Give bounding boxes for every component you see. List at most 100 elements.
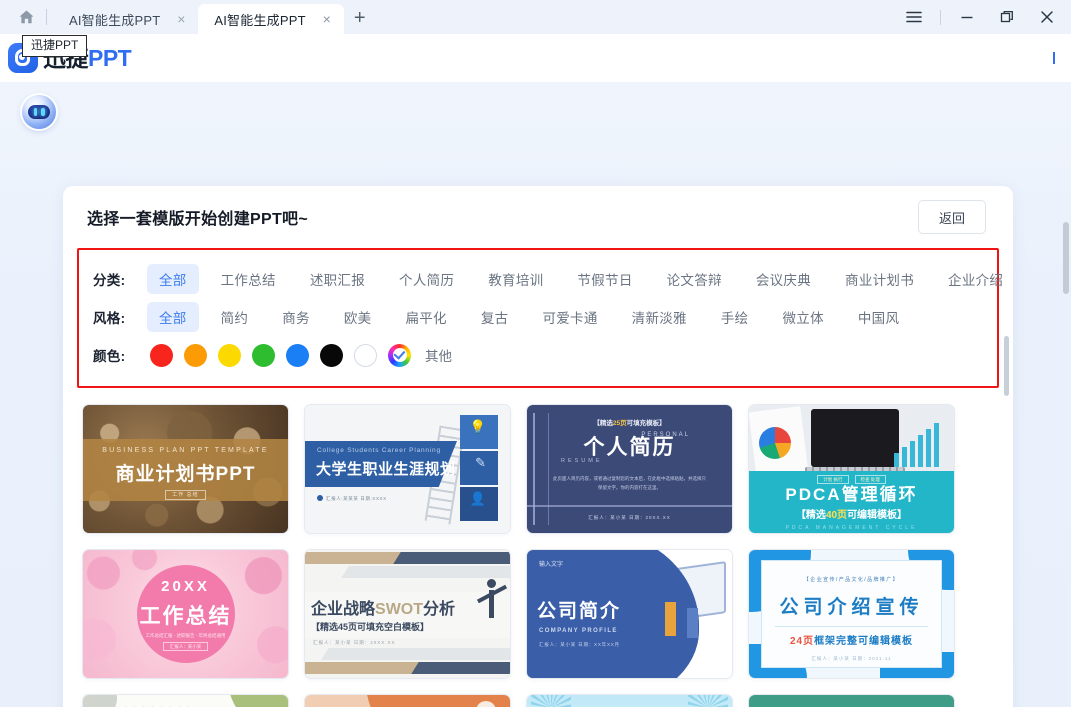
new-tab-icon[interactable]: + bbox=[344, 3, 376, 33]
check-icon bbox=[393, 348, 407, 362]
tab-close-icon[interactable]: × bbox=[174, 12, 188, 26]
template-card-row3-3[interactable]: — 小清新工作汇报 — bbox=[526, 694, 733, 707]
decorative-rule bbox=[527, 505, 732, 507]
home-icon[interactable] bbox=[8, 2, 44, 32]
template-subtitle-en2: RESUME bbox=[561, 458, 603, 464]
filter-label-style: 风格: bbox=[93, 307, 147, 327]
template-title: 公司介绍宣传 bbox=[749, 592, 954, 619]
style-chip-cute-cartoon[interactable]: 可爱卡通 bbox=[530, 302, 609, 332]
bar-chart-illustration bbox=[894, 423, 946, 467]
template-title: 公司简介 bbox=[537, 596, 621, 623]
pie-chart-illustration bbox=[759, 427, 791, 459]
color-swatch-blue[interactable] bbox=[286, 344, 309, 367]
filter-label-color: 颜色: bbox=[93, 345, 147, 365]
template-grid: BUSINESS PLAN PPT TEMPLATE 商业计划书PPT 工作 总… bbox=[63, 388, 1013, 707]
style-chip-flat[interactable]: 扁平化 bbox=[393, 302, 458, 332]
robot-eye-right bbox=[41, 108, 45, 116]
person-icon: 👤 bbox=[470, 491, 486, 507]
template-year: 20XX bbox=[83, 578, 288, 595]
decorative-lines bbox=[533, 413, 549, 525]
template-meta: 汇报人：某小某 日期：XX年XX月 bbox=[539, 642, 620, 648]
template-subtitle: 24页框架完整可编辑模板 bbox=[749, 632, 954, 647]
category-chip-list: 全部 工作总结 述职汇报 个人简历 教育培训 节假节日 论文答辩 会议庆典 商业… bbox=[147, 264, 1013, 294]
category-chip-thesis-defense[interactable]: 论文答辩 bbox=[655, 264, 734, 294]
template-thumbnail: 简约 扁平 商务 通用模板 bbox=[305, 695, 510, 707]
category-chip-work-summary[interactable]: 工作总结 bbox=[209, 264, 288, 294]
category-chip-education[interactable]: 教育培训 bbox=[476, 264, 555, 294]
template-card-swot[interactable]: 企业战略SWOT分析 【精选45页可填充空白模板】 汇报人：某小某 日期：20X… bbox=[304, 549, 511, 679]
person-illustration-2 bbox=[687, 608, 698, 638]
template-thumbnail: 【精选25页可填充模板】 个人简历 PERSONAL RESUME 此页面人简历… bbox=[527, 405, 732, 533]
template-thumbnail bbox=[749, 695, 954, 707]
style-chip-handdrawn[interactable]: 手绘 bbox=[709, 302, 761, 332]
tab-ai-ppt-2[interactable]: AI智能生成PPT × bbox=[198, 4, 343, 34]
template-card-career-planning[interactable]: 💡 ✎ 👤 College Students Career Planning 大… bbox=[304, 404, 511, 534]
style-chip-all[interactable]: 全部 bbox=[147, 302, 199, 332]
color-swatch-red[interactable] bbox=[150, 344, 173, 367]
back-button[interactable]: 返回 bbox=[918, 200, 986, 234]
category-chip-company-intro[interactable]: 企业介绍 bbox=[936, 264, 1013, 294]
badge-suffix: 可填充模板】 bbox=[627, 420, 666, 427]
style-chip-retro[interactable]: 复古 bbox=[469, 302, 521, 332]
hamburger-menu-icon[interactable] bbox=[894, 1, 934, 33]
template-card-work-summary[interactable]: 20XX 工作总结 工作总结汇报 · 述职报告 · 年终总结通用 汇报人：某小某 bbox=[82, 549, 289, 679]
style-chip-simple[interactable]: 简约 bbox=[209, 302, 261, 332]
color-swatch-orange[interactable] bbox=[184, 344, 207, 367]
template-thumbnail: — 小清新工作汇报 — bbox=[527, 695, 732, 707]
template-card-row3-1[interactable] bbox=[82, 694, 289, 707]
template-card-personal-resume[interactable]: 【精选25页可填充模板】 个人简历 PERSONAL RESUME 此页面人简历… bbox=[526, 404, 733, 534]
template-footnote: 工作 总结 bbox=[83, 491, 288, 498]
sub-number: 40页 bbox=[826, 510, 847, 521]
template-meta: 汇报人：某小某 日期：20XX.XX bbox=[313, 640, 396, 646]
tab-label: AI智能生成PPT bbox=[214, 10, 305, 29]
color-swatch-white[interactable] bbox=[354, 344, 377, 367]
color-other-option[interactable]: 其他 bbox=[425, 345, 452, 365]
template-card-business-plan[interactable]: BUSINESS PLAN PPT TEMPLATE 商业计划书PPT 工作 总… bbox=[82, 404, 289, 534]
ai-robot-avatar-icon[interactable] bbox=[22, 95, 56, 129]
decorative-leaf bbox=[228, 695, 288, 707]
template-card-pdca[interactable]: 计划 执行检查 处理 PDCA管理循环 【精选40页可编辑模板】 PDCA MA… bbox=[748, 404, 955, 534]
style-chip-western[interactable]: 欧美 bbox=[332, 302, 384, 332]
category-chip-all[interactable]: 全部 bbox=[147, 264, 199, 294]
template-meta-text: 汇报人：某小某 bbox=[163, 642, 209, 651]
category-chip-job-report[interactable]: 述职汇报 bbox=[298, 264, 377, 294]
close-icon[interactable] bbox=[1027, 1, 1067, 33]
template-subtitle-en: COMPANY PROFILE bbox=[539, 628, 618, 634]
decorative-circle bbox=[83, 695, 117, 707]
tab-ai-ppt-1[interactable]: AI智能生成PPT × bbox=[53, 4, 198, 34]
category-chip-holiday[interactable]: 节假节日 bbox=[565, 264, 644, 294]
template-card-row3-4[interactable] bbox=[748, 694, 955, 707]
template-thumbnail: 企业战略SWOT分析 【精选45页可填充空白模板】 汇报人：某小某 日期：20X… bbox=[305, 550, 510, 678]
color-swatch-black[interactable] bbox=[320, 344, 343, 367]
style-chip-micro-3d[interactable]: 微立体 bbox=[770, 302, 835, 332]
panel-scrollbar-thumb[interactable] bbox=[1004, 336, 1009, 396]
template-subtitle-en: College Students Career Planning bbox=[317, 447, 441, 454]
style-chip-fresh[interactable]: 清新淡雅 bbox=[620, 302, 699, 332]
tab-label: AI智能生成PPT bbox=[69, 10, 160, 29]
color-swatch-yellow[interactable] bbox=[218, 344, 241, 367]
style-chip-business[interactable]: 商务 bbox=[270, 302, 322, 332]
logo-tooltip: 迅捷PPT bbox=[22, 35, 87, 57]
template-meta: 汇报人：某小某 日期：20XX.XX bbox=[527, 515, 732, 521]
color-swatch-green[interactable] bbox=[252, 344, 275, 367]
template-card-company-profile[interactable]: 输入文字 公司简介 COMPANY PROFILE 汇报人：某小某 日期：XX年… bbox=[526, 549, 733, 679]
minimize-icon[interactable] bbox=[947, 1, 987, 33]
template-subtitle: 【精选40页可编辑模板】 bbox=[749, 506, 954, 521]
laptop-illustration bbox=[811, 409, 899, 467]
category-chip-conference[interactable]: 会议庆典 bbox=[744, 264, 823, 294]
palm-leaf-right bbox=[688, 695, 728, 707]
category-chip-business-plan[interactable]: 商业计划书 bbox=[833, 264, 926, 294]
tab-close-icon[interactable]: × bbox=[320, 12, 334, 26]
document-icon: ✎ bbox=[475, 455, 486, 471]
template-card-row3-2[interactable]: 简约 扁平 商务 通用模板 bbox=[304, 694, 511, 707]
template-thumbnail bbox=[83, 695, 288, 707]
window-controls bbox=[894, 0, 1071, 34]
divider bbox=[775, 626, 928, 627]
maximize-restore-icon[interactable] bbox=[987, 1, 1027, 33]
color-swatch-rainbow-selected[interactable] bbox=[388, 344, 411, 367]
style-chip-chinese[interactable]: 中国风 bbox=[846, 302, 911, 332]
template-chooser-panel: 选择一套模版开始创建PPT吧~ 返回 分类: 全部 工作总结 述职汇报 个人简历… bbox=[63, 186, 1013, 707]
category-chip-resume[interactable]: 个人简历 bbox=[387, 264, 466, 294]
template-card-company-intro[interactable]: 【企业宣传/产品文化/品牌推广】 公司介绍宣传 24页框架完整可编辑模板 汇报人… bbox=[748, 549, 955, 679]
page-scrollbar-thumb[interactable] bbox=[1063, 222, 1069, 294]
